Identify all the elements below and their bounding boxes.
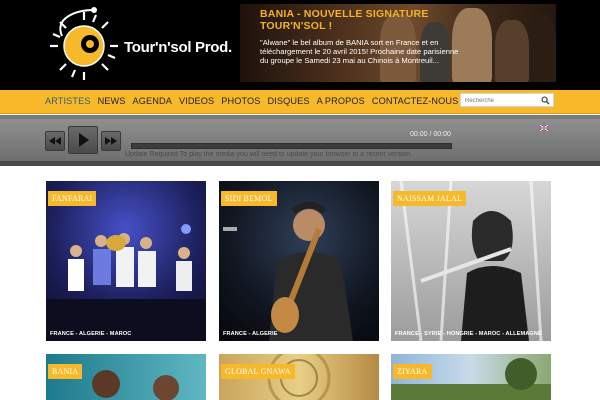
banner-title: BANIA - NOUVELLE SIGNATURE TOUR'N'SOL !: [260, 8, 429, 32]
banner-figure: [530, 14, 556, 82]
artist-countries: FRANCE - ALGERIE - MAROC: [50, 331, 132, 337]
uk-flag-icon[interactable]: [540, 125, 548, 131]
nav-item-news[interactable]: NEWS: [98, 96, 126, 106]
nav-item-artistes[interactable]: ARTISTES: [45, 96, 91, 106]
artist-name: NAISSAM JALAL: [393, 191, 467, 206]
search-input[interactable]: [465, 94, 543, 107]
artist-name: ZIYARA: [393, 364, 432, 379]
artist-card-bania[interactable]: BANIA: [46, 354, 206, 400]
search-box: [460, 93, 554, 107]
artist-card-naissam-jalal[interactable]: NAISSAM JALAL FRANCE - SYRIE - HONGRIE -…: [391, 181, 551, 341]
banner-figure: [495, 20, 529, 82]
nav-item-agenda[interactable]: AGENDA: [133, 96, 172, 106]
artist-card-global-gnawa[interactable]: GLOBAL GNAWA: [219, 354, 379, 400]
artist-name: FANFARAI: [48, 191, 97, 206]
artist-card-fanfarai[interactable]: FANFARAI FRANCE - ALGERIE - MAROC: [46, 181, 206, 341]
play-icon: [79, 133, 89, 147]
site-header: Tour'n'sol Prod. BANIA - NOUVELLE SIGNAT…: [0, 0, 600, 90]
rewind-icon: [49, 137, 61, 145]
fast-forward-button[interactable]: [101, 131, 121, 151]
artist-card-sidi-bemol[interactable]: SIDI BEMOL FRANCE - ALGERIE: [219, 181, 379, 341]
time-display: 00:00 / 00:00: [410, 131, 451, 138]
artist-countries: FRANCE - SYRIE - HONGRIE - MAROC - ALLEM…: [395, 331, 542, 337]
artist-card-ziyara[interactable]: ZIYARA: [391, 354, 551, 400]
artist-name: BANIA: [48, 364, 83, 379]
logo-text: Tour'n'sol Prod.: [124, 39, 232, 56]
nav-item-contactez-nous[interactable]: CONTACTEZ-NOUS: [372, 96, 458, 106]
site-logo[interactable]: Tour'n'sol Prod.: [44, 6, 232, 82]
player-divider: [0, 161, 600, 166]
update-message: Update Required To play the media you wi…: [125, 151, 413, 158]
progress-bar[interactable]: [131, 143, 452, 149]
banner-text: "Alwane" le bel album de BANIA sort en F…: [260, 38, 459, 65]
artist-name: GLOBAL GNAWA: [221, 364, 295, 379]
nav-menu: ARTISTES NEWS AGENDA VIDEOS PHOTOS DISQU…: [45, 96, 465, 106]
news-banner[interactable]: BANIA - NOUVELLE SIGNATURE TOUR'N'SOL ! …: [240, 4, 556, 82]
search-icon[interactable]: [541, 96, 550, 105]
nav-item-videos[interactable]: VIDEOS: [179, 96, 214, 106]
nav-item-a-propos[interactable]: A PROPOS: [317, 96, 365, 106]
nav-item-disques[interactable]: DISQUES: [268, 96, 310, 106]
nav-item-photos[interactable]: PHOTOS: [221, 96, 260, 106]
rewind-button[interactable]: [45, 131, 65, 151]
play-button[interactable]: [68, 126, 98, 154]
fast-forward-icon: [105, 137, 117, 145]
artist-name: SIDI BEMOL: [221, 191, 277, 206]
artist-countries: FRANCE - ALGERIE: [223, 331, 278, 337]
